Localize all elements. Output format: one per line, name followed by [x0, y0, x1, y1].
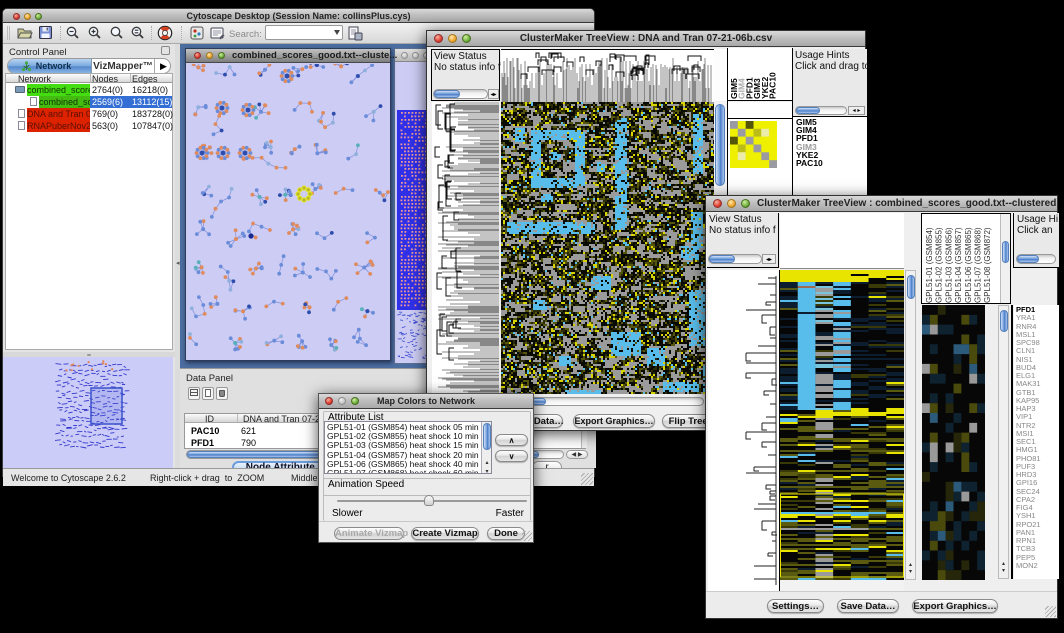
- svg-text:GPL51-08 (GSM872): GPL51-08 (GSM872): [983, 227, 992, 303]
- svg-text:GPL51-06 (GSM865): GPL51-06 (GSM865): [964, 227, 973, 303]
- svg-text:GPL51-02 (GSM855): GPL51-02 (GSM855): [935, 227, 944, 303]
- svg-text:GPL51-04 (GSM857): GPL51-04 (GSM857): [954, 227, 963, 303]
- svg-text:GPL51-03 (GSM856): GPL51-03 (GSM856): [944, 227, 953, 303]
- svg-text:GPL51-07 (GSM868): GPL51-07 (GSM868): [974, 227, 983, 303]
- svg-text:GPL51-01 (GSM854): GPL51-01 (GSM854): [925, 227, 934, 303]
- svg-text:PAC10: PAC10: [768, 72, 778, 99]
